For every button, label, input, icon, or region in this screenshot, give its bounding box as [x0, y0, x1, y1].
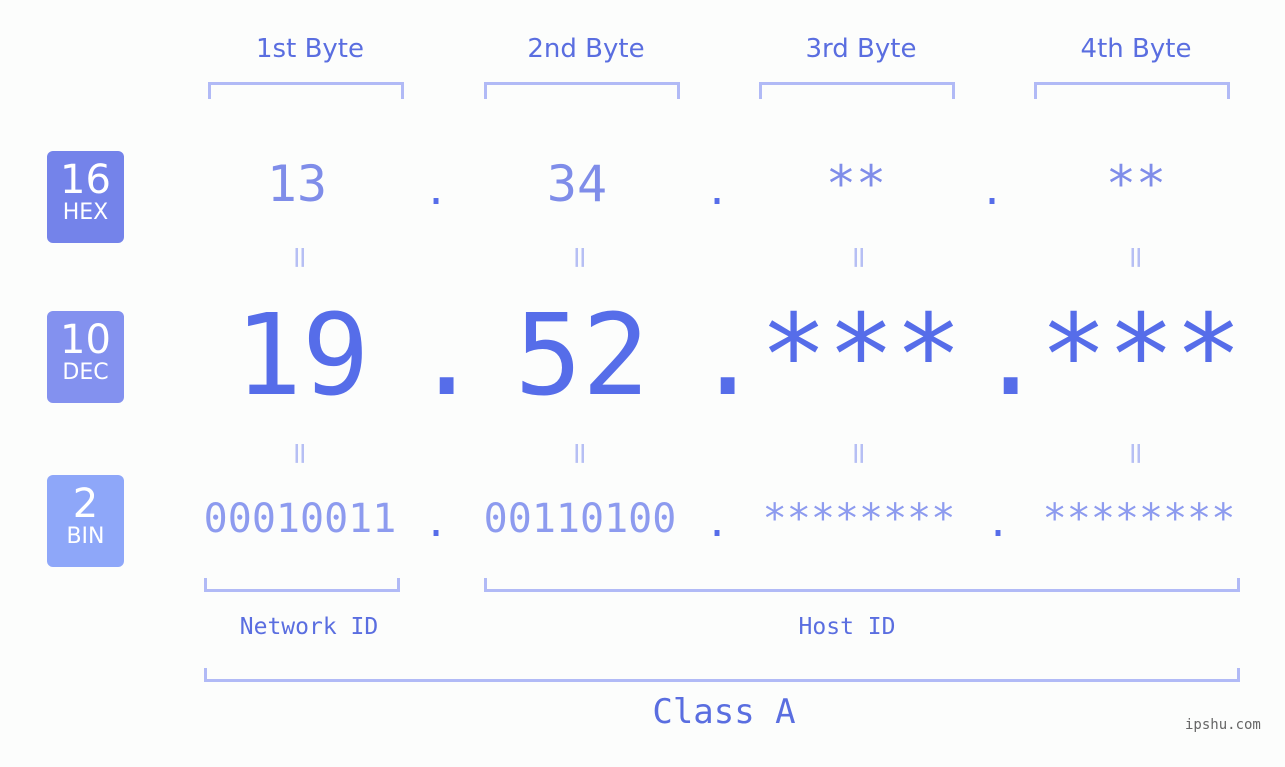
equals-icon: =	[1118, 244, 1154, 271]
equals-icon: =	[562, 244, 598, 271]
hex-byte-1: 13	[266, 155, 328, 213]
byte-header-2: 2nd Byte	[527, 34, 645, 64]
dec-badge-label: DEC	[62, 360, 109, 385]
dec-separator-3: .	[977, 291, 1045, 421]
equals-icon: =	[282, 440, 318, 467]
equals-icon: =	[562, 440, 598, 467]
hex-badge-number: 16	[60, 157, 111, 203]
hex-separator-2: .	[704, 168, 730, 214]
byte-bracket-3	[759, 82, 955, 99]
byte-bracket-4	[1034, 82, 1230, 99]
bin-separator-2: .	[704, 500, 730, 546]
dec-separator-1: .	[413, 291, 481, 421]
bin-badge-number: 2	[72, 481, 99, 527]
hex-separator-1: .	[423, 168, 449, 214]
equals-icon: =	[1118, 440, 1154, 467]
network-id-bracket	[204, 578, 400, 592]
dec-separator-2: .	[694, 291, 762, 421]
bin-byte-4: ********	[1042, 496, 1236, 542]
class-bracket	[204, 668, 1240, 682]
hex-byte-3: **	[825, 155, 887, 213]
byte-bracket-1	[208, 82, 404, 99]
hex-badge-label: HEX	[62, 200, 109, 225]
equals-icon: =	[841, 440, 877, 467]
dec-byte-2: 52	[514, 291, 650, 421]
bin-badge-label: BIN	[66, 524, 105, 549]
hex-byte-4: **	[1105, 155, 1167, 213]
dec-byte-4: ***	[1039, 291, 1243, 421]
dec-byte-1: 19	[234, 291, 370, 421]
byte-header-3: 3rd Byte	[805, 34, 917, 64]
dec-badge-number: 10	[60, 317, 111, 363]
byte-header-4: 4th Byte	[1080, 34, 1192, 64]
hex-byte-2: 34	[546, 155, 608, 213]
bin-byte-2: 00110100	[483, 496, 677, 542]
host-id-label: Host ID	[798, 614, 896, 640]
dec-badge: 10 DEC	[47, 311, 124, 403]
equals-icon: =	[841, 244, 877, 271]
bin-separator-1: .	[423, 500, 449, 546]
class-label: Class A	[652, 692, 796, 732]
bin-byte-1: 00010011	[203, 496, 397, 542]
host-id-bracket	[484, 578, 1240, 592]
bin-badge: 2 BIN	[47, 475, 124, 567]
dec-byte-3: ***	[759, 291, 963, 421]
equals-icon: =	[282, 244, 318, 271]
bin-byte-3: ********	[762, 496, 956, 542]
byte-bracket-2	[484, 82, 680, 99]
hex-badge: 16 HEX	[47, 151, 124, 243]
network-id-label: Network ID	[239, 614, 379, 640]
watermark: ipshu.com	[1185, 717, 1261, 733]
byte-header-1: 1st Byte	[256, 34, 364, 64]
bin-separator-3: .	[985, 500, 1011, 546]
hex-separator-3: .	[979, 168, 1005, 214]
